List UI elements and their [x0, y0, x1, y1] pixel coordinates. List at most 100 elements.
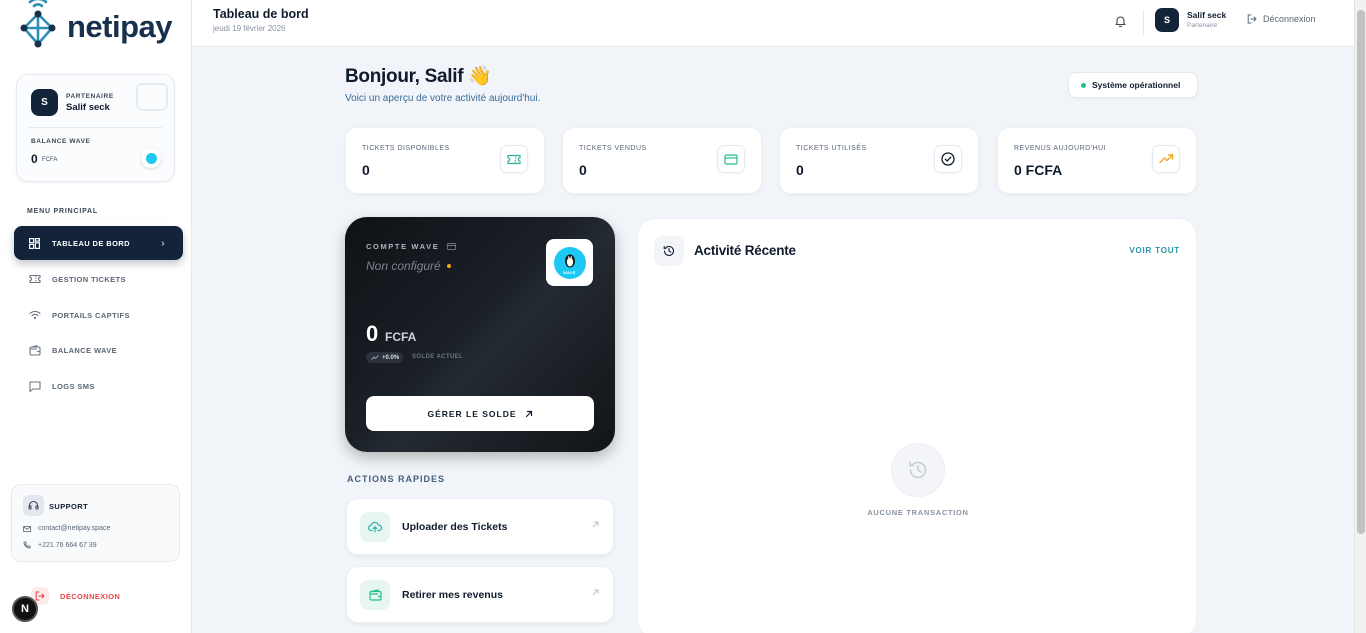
- header-logout-button[interactable]: Déconnexion: [1247, 14, 1316, 24]
- wave-status-text: Non configuré: [366, 259, 441, 273]
- ticket-icon: [500, 145, 528, 173]
- support-phone[interactable]: +221 76 664 67 39: [23, 541, 97, 549]
- user-name: Salif seck: [1187, 10, 1227, 20]
- wave-account-card: COMPTE WAVE Non configuré WAVE 0 FCFA +0…: [345, 217, 615, 452]
- wave-card-title: COMPTE WAVE: [366, 242, 457, 251]
- brand-logo[interactable]: netipay: [16, 0, 173, 54]
- partner-avatar: S: [31, 89, 58, 116]
- wave-penguin-icon: WAVE: [553, 246, 586, 279]
- phone-icon: [23, 541, 32, 549]
- manage-balance-label: GÉRER LE SOLDE: [427, 408, 517, 419]
- stat-value: 0 FCFA: [1014, 162, 1063, 178]
- chevron-right-icon: ›: [161, 237, 165, 249]
- headset-icon: [23, 495, 44, 516]
- withdraw-revenue-action[interactable]: Retirer mes revenus: [346, 566, 614, 623]
- partner-role: PARTENAIRE: [66, 93, 114, 100]
- quick-actions-title: ACTIONS RAPIDES: [347, 474, 446, 484]
- arrow-up-right-icon: [592, 521, 599, 528]
- trending-up-icon: [371, 355, 379, 360]
- balance-unit: FCFA: [42, 157, 58, 163]
- sidebar-item-balance-wave[interactable]: BALANCE WAVE: [14, 333, 183, 367]
- network-logo-icon: [20, 0, 56, 48]
- sidebar-item-label: PORTAILS CAPTIFS: [52, 310, 130, 320]
- page-scrollbar[interactable]: [1354, 0, 1366, 633]
- sidebar-item-portals[interactable]: PORTAILS CAPTIFS: [14, 298, 183, 332]
- view-all-link[interactable]: VOIR TOUT: [1129, 246, 1180, 255]
- system-status-badge: Système opérationnel: [1068, 72, 1198, 98]
- stat-card-available-tickets: TICKETS DISPONIBLES 0: [345, 127, 545, 194]
- credit-card-icon: [447, 243, 457, 250]
- dashboard-icon: [28, 237, 41, 250]
- sidebar-item-tickets[interactable]: GESTION TICKETS: [14, 262, 183, 296]
- dev-tools-badge[interactable]: N: [12, 596, 38, 622]
- wallet-watermark-icon: [136, 83, 168, 111]
- mail-icon: [23, 525, 32, 532]
- user-avatar[interactable]: S: [1155, 8, 1179, 32]
- arrow-up-right-icon: [525, 410, 533, 418]
- stat-value: 0: [579, 162, 587, 178]
- header-logout-label: Déconnexion: [1263, 14, 1316, 24]
- sidebar-item-label: GESTION TICKETS: [52, 274, 126, 284]
- balance-value: 0: [31, 152, 38, 166]
- user-role: Partenaire: [1187, 22, 1217, 29]
- sidebar-item-dashboard[interactable]: TABLEAU DE BORD ›: [14, 226, 183, 260]
- wave-logo-icon: [141, 148, 161, 168]
- history-icon: [891, 443, 945, 497]
- page-title: Tableau de bord: [213, 7, 309, 21]
- upload-tickets-action[interactable]: Uploader des Tickets: [346, 498, 614, 555]
- sidebar-logout-button[interactable]: DÉCONNEXION: [31, 587, 120, 605]
- quick-action-label: Retirer mes revenus: [402, 588, 503, 601]
- brand-name: netipay: [67, 9, 173, 44]
- credit-card-icon: [717, 145, 745, 173]
- support-card: SUPPORT contact@netipay.space +221 76 66…: [11, 484, 180, 562]
- stat-label: REVENUS AUJOURD'HUI: [1014, 145, 1107, 152]
- bell-icon[interactable]: [1112, 13, 1128, 29]
- top-header: Tableau de bord jeudi 19 février 2026 S …: [192, 0, 1354, 47]
- logout-label: DÉCONNEXION: [60, 591, 121, 601]
- activity-title: Activité Récente: [694, 243, 796, 258]
- sidebar-item-label: BALANCE WAVE: [52, 345, 118, 355]
- wallet-icon: [28, 344, 41, 357]
- ticket-icon: [28, 273, 41, 286]
- wave-amount: 0: [366, 321, 379, 346]
- recent-activity-panel: Activité Récente VOIR TOUT AUCUNE TRANSA…: [637, 218, 1197, 633]
- partner-card: S PARTENAIRE Salif seck BALANCE WAVE 0 F…: [16, 74, 175, 182]
- sidebar-item-sms-logs[interactable]: LOGS SMS: [14, 369, 183, 403]
- empty-state-text: AUCUNE TRANSACTION: [867, 508, 969, 517]
- check-circle-icon: [934, 145, 962, 173]
- wave-trend-badge: +0.0%: [366, 352, 404, 363]
- status-text: Système opérationnel: [1092, 80, 1181, 90]
- wallet-icon: [360, 579, 390, 610]
- wave-trend-label: SOLDE ACTUEL: [412, 354, 464, 360]
- wave-logo: WAVE: [546, 239, 593, 286]
- wave-unit: FCFA: [385, 330, 417, 344]
- stat-label: TICKETS DISPONIBLES: [362, 145, 450, 152]
- message-icon: [28, 380, 41, 393]
- balance-label: BALANCE WAVE: [31, 138, 91, 145]
- cloud-upload-icon: [360, 511, 390, 542]
- quick-action-label: Uploader des Tickets: [402, 520, 508, 533]
- history-icon: [654, 236, 684, 266]
- trending-up-icon: [1152, 145, 1180, 173]
- stat-label: TICKETS UTILISÉS: [796, 145, 867, 152]
- wifi-icon: [28, 309, 41, 322]
- stat-card-sold-tickets: TICKETS VENDUS 0: [562, 127, 762, 194]
- header-divider: [1143, 10, 1144, 35]
- greeting-subtitle: Voici un aperçu de votre activité aujour…: [345, 93, 541, 104]
- support-title: SUPPORT: [49, 502, 89, 511]
- sidebar: netipay S PARTENAIRE Salif seck BALANCE …: [0, 0, 192, 633]
- wave-card-title-text: COMPTE WAVE: [366, 242, 440, 251]
- stat-value: 0: [362, 162, 370, 178]
- support-email-text: contact@netipay.space: [38, 525, 111, 532]
- wave-logo-text: WAVE: [563, 269, 576, 275]
- greeting-title: Bonjour, Salif 👋: [345, 66, 492, 87]
- scrollbar-thumb[interactable]: [1357, 10, 1365, 534]
- manage-balance-button[interactable]: GÉRER LE SOLDE: [366, 396, 594, 431]
- stat-card-revenue-today: REVENUS AUJOURD'HUI 0 FCFA: [997, 127, 1197, 194]
- wave-trend-text: +0.0%: [382, 354, 400, 361]
- support-phone-text: +221 76 664 67 39: [38, 541, 97, 549]
- support-email[interactable]: contact@netipay.space: [23, 525, 110, 532]
- partner-name: Salif seck: [66, 102, 110, 113]
- sidebar-item-label: LOGS SMS: [52, 381, 95, 391]
- sidebar-item-label: TABLEAU DE BORD: [52, 238, 130, 248]
